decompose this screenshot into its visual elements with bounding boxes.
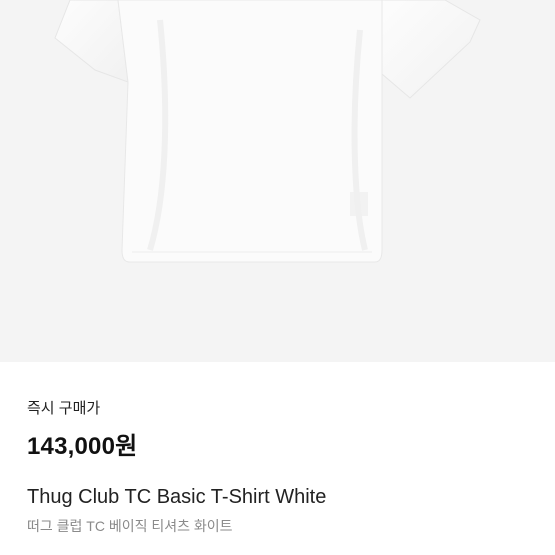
product-info: 즉시 구매가 143,000원 Thug Club TC Basic T-Shi… [0, 397, 555, 536]
price: 143,000원 [27, 433, 138, 460]
product-image[interactable] [0, 0, 555, 362]
product-name-korean: 떠그 클럽 TC 베이직 티셔츠 화이트 [27, 518, 233, 534]
product-name-english[interactable]: Thug Club TC Basic T-Shirt White [27, 486, 555, 509]
tshirt-icon [54, 0, 481, 263]
price-label: 즉시 구매가 [27, 400, 101, 417]
